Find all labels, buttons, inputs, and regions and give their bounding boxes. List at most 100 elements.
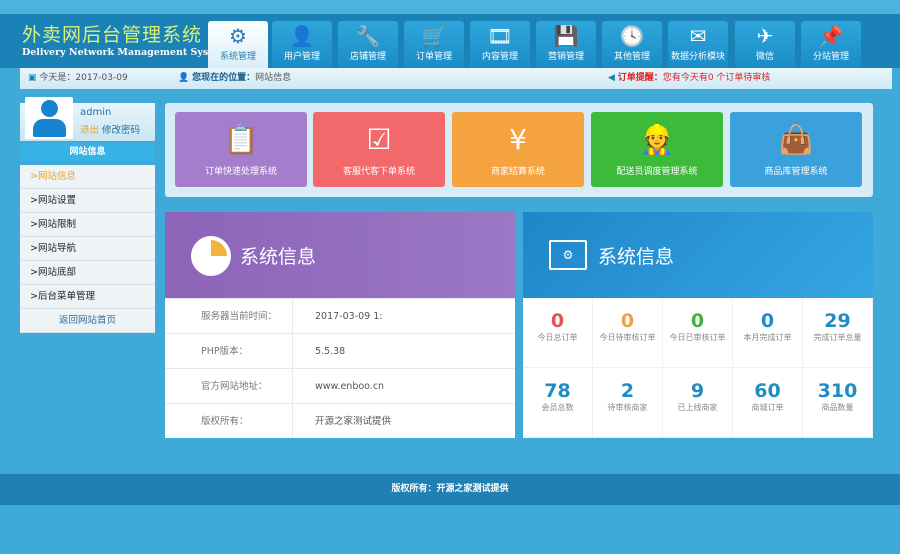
quick-tile[interactable]: 📋 订单快速处理系统 bbox=[175, 112, 307, 187]
logo: 外卖网后台管理系统 Delivery Network Management Sy… bbox=[22, 20, 229, 58]
sidebar-item[interactable]: >网站底部 bbox=[20, 261, 155, 285]
stat-value: 2 bbox=[620, 380, 635, 402]
stat-cell[interactable]: 78 会员总数 bbox=[523, 368, 593, 438]
tile-icon: ☑ bbox=[366, 123, 392, 156]
footer: 版权所有：开源之家测试提供 bbox=[0, 474, 900, 505]
quick-links-panel: 📋 订单快速处理系统 ☑ 客服代客下单系统 ¥ 商家结算系统 👷 配送员调度管理系统 👜 商品库管… bbox=[165, 103, 873, 197]
back-home-link[interactable]: 返回网站首页 bbox=[20, 309, 155, 333]
stat-value: 29 bbox=[824, 310, 851, 332]
stat-label: 今日待审核订单 bbox=[599, 333, 656, 342]
breadcrumb-current[interactable]: 网站信息 bbox=[255, 73, 291, 83]
sidebar: admin 退出 修改密码 网站信息 >网站信息 >网站设置 >网站限制 >网站导航 >… bbox=[20, 97, 155, 333]
stat-cell[interactable]: 2 待审核商家 bbox=[593, 368, 663, 438]
calendar-icon: ▣ bbox=[28, 73, 40, 83]
tab-7[interactable]: ✉ 数据分析模块 bbox=[668, 21, 728, 68]
tab-icon: 🛒 bbox=[421, 24, 447, 48]
tab-label: 微信 bbox=[755, 52, 774, 62]
quick-tile[interactable]: ☑ 客服代客下单系统 bbox=[313, 112, 445, 187]
tile-label: 配送员调度管理系统 bbox=[616, 167, 698, 177]
quick-tile[interactable]: ¥ 商家结算系统 bbox=[452, 112, 584, 187]
tab-1[interactable]: 👤 用户管理 bbox=[272, 21, 332, 68]
tab-icon: 💾 bbox=[553, 24, 579, 48]
tile-label: 商家结算系统 bbox=[490, 167, 545, 177]
tab-label: 其他管理 bbox=[613, 52, 650, 62]
stat-label: 今日总订单 bbox=[537, 333, 578, 342]
tab-icon: ⚙ bbox=[229, 24, 247, 48]
tile-label: 客服代客下单系统 bbox=[342, 167, 415, 177]
tab-icon: ✈ bbox=[756, 24, 774, 48]
sidebar-item[interactable]: >网站限制 bbox=[20, 213, 155, 237]
order-notice: ◀ 订单提醒：您有今天有0 个订单待审核 bbox=[608, 68, 770, 89]
sidebar-item[interactable]: >网站信息 bbox=[20, 165, 155, 189]
stat-value: 60 bbox=[754, 380, 781, 402]
system-info-header: 系统信息 bbox=[165, 212, 515, 298]
tab-label: 用户管理 bbox=[283, 52, 320, 62]
tile-icon: 👜 bbox=[778, 123, 814, 156]
tile-label: 商品库管理系统 bbox=[764, 167, 828, 177]
stat-value: 0 bbox=[550, 310, 565, 332]
info-value: 2017-03-09 1: bbox=[315, 311, 383, 322]
change-password-link[interactable]: 修改密码 bbox=[102, 125, 140, 136]
info-row: 版权所有： 开源之家测试提供 bbox=[165, 403, 515, 438]
stat-cell[interactable]: 29 完成订单总量 bbox=[803, 298, 873, 368]
tile-icon: ¥ bbox=[509, 123, 527, 156]
stat-cell[interactable]: 0 今日总订单 bbox=[523, 298, 593, 368]
sidebar-heading: 网站信息 bbox=[20, 143, 155, 161]
info-key: 服务器当前时间： bbox=[165, 299, 293, 333]
stat-cell[interactable]: 60 商城订单 bbox=[733, 368, 803, 438]
stat-label: 今日已审核订单 bbox=[669, 333, 726, 342]
statistics-header: ⚙ 系统信息 bbox=[523, 212, 873, 298]
tile-icon: 👷 bbox=[639, 123, 675, 156]
notice-text[interactable]: 您有今天有0 个订单待审核 bbox=[663, 73, 771, 83]
tab-icon: 👤 bbox=[289, 24, 315, 48]
tab-icon: 🕓 bbox=[619, 24, 645, 48]
tab-2[interactable]: 🔧 店铺管理 bbox=[338, 21, 398, 68]
settings-window-icon: ⚙ bbox=[549, 240, 587, 270]
stat-cell[interactable]: 0 今日待审核订单 bbox=[593, 298, 663, 368]
quick-tile[interactable]: 👷 配送员调度管理系统 bbox=[591, 112, 723, 187]
tab-icon: 🎞 bbox=[487, 24, 513, 48]
stat-value: 0 bbox=[690, 310, 705, 332]
info-key: 版权所有： bbox=[165, 404, 293, 438]
top-band bbox=[0, 0, 900, 14]
stat-cell[interactable]: 0 今日已审核订单 bbox=[663, 298, 733, 368]
info-value[interactable]: www.enboo.cn bbox=[293, 369, 384, 403]
sidebar-item[interactable]: >网站设置 bbox=[20, 189, 155, 213]
tab-9[interactable]: 📌 分站管理 bbox=[801, 21, 861, 68]
system-info-title: 系统信息 bbox=[240, 246, 317, 268]
logo-subtitle: Delivery Network Management System bbox=[22, 47, 229, 58]
tab-icon: 🔧 bbox=[355, 24, 381, 48]
tile-label: 订单快速处理系统 bbox=[204, 167, 277, 177]
tab-4[interactable]: 🎞 内容管理 bbox=[470, 21, 530, 68]
statistics-title: 系统信息 bbox=[598, 246, 675, 268]
avatar bbox=[25, 97, 73, 139]
stat-label: 商品数量 bbox=[821, 403, 854, 412]
tab-8[interactable]: ✈ 微信 bbox=[735, 21, 795, 68]
user-icon: 👤 bbox=[178, 73, 193, 83]
tab-label: 订单管理 bbox=[415, 52, 452, 62]
info-key: 官方网站地址： bbox=[165, 369, 293, 403]
tab-6[interactable]: 🕓 其他管理 bbox=[602, 21, 662, 68]
tab-label: 营销管理 bbox=[547, 52, 584, 62]
stat-cell[interactable]: 9 已上线商家 bbox=[663, 368, 733, 438]
tab-5[interactable]: 💾 营销管理 bbox=[536, 21, 596, 68]
tab-icon: ✉ bbox=[689, 24, 707, 48]
info-row: 官方网站地址： www.enboo.cn bbox=[165, 368, 515, 403]
stat-cell[interactable]: 0 本月完成订单 bbox=[733, 298, 803, 368]
logout-link[interactable]: 退出 bbox=[80, 125, 99, 136]
sidebar-item[interactable]: >网站导航 bbox=[20, 237, 155, 261]
sidebar-item[interactable]: >后台菜单管理 bbox=[20, 285, 155, 309]
tab-0[interactable]: ⚙ 系统管理 bbox=[208, 21, 268, 68]
tab-label: 分站管理 bbox=[812, 52, 849, 62]
info-key: PHP版本： bbox=[165, 334, 293, 368]
info-value: 5.5.38 bbox=[315, 346, 346, 357]
header: 外卖网后台管理系统 Delivery Network Management Sy… bbox=[0, 14, 900, 68]
quick-tile[interactable]: 👜 商品库管理系统 bbox=[730, 112, 862, 187]
tab-3[interactable]: 🛒 订单管理 bbox=[404, 21, 464, 68]
system-info-panel: 系统信息 服务器当前时间： 2017-03-09 1: PHP版本： 5.5.38 官方… bbox=[165, 212, 515, 438]
stat-label: 商城订单 bbox=[751, 403, 784, 412]
stat-cell[interactable]: 310 商品数量 bbox=[803, 368, 873, 438]
stat-label: 会员总数 bbox=[541, 403, 574, 412]
tab-label: 店铺管理 bbox=[349, 52, 386, 62]
date-text: ▣ 今天是：2017-03-09 bbox=[28, 68, 128, 89]
